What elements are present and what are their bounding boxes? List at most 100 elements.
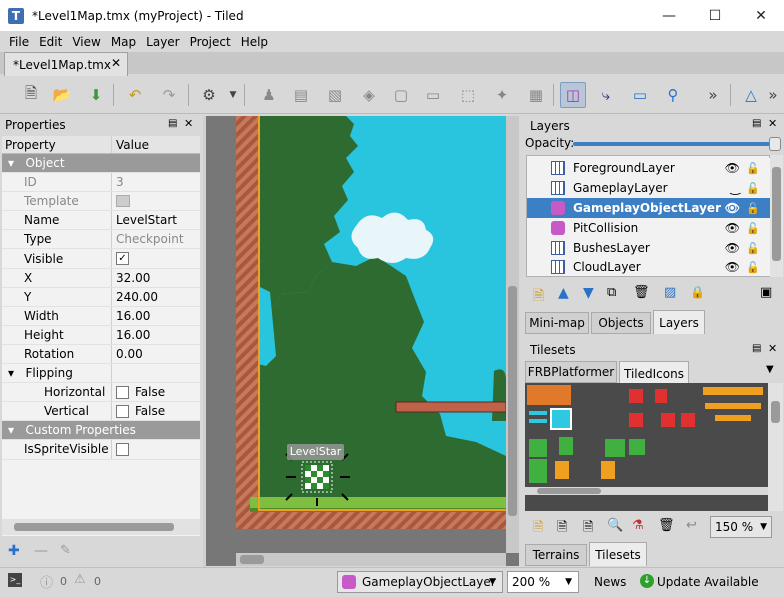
- horizontal-checkbox[interactable]: [116, 385, 129, 399]
- layer-bushes[interactable]: BushesLayer 👁 🔓: [527, 238, 770, 258]
- redo-icon[interactable]: ↷: [156, 82, 182, 108]
- close-icon[interactable]: ✕: [738, 0, 784, 31]
- group-custom-properties[interactable]: ▾ Custom Properties: [2, 421, 200, 441]
- close-layers-icon[interactable]: ✕: [768, 117, 777, 130]
- close-tilesets-icon[interactable]: ✕: [768, 342, 777, 355]
- prop-x[interactable]: X 32.00: [2, 268, 200, 288]
- remove-tileset-icon[interactable]: 🗑: [658, 518, 675, 533]
- prop-y[interactable]: Y 240.00: [2, 287, 200, 307]
- bucket-fill-icon[interactable]: ◈: [356, 82, 382, 108]
- tab-tiledicons[interactable]: TiledIcons: [619, 361, 689, 385]
- chevron-down-icon[interactable]: ▼: [220, 82, 246, 108]
- opacity-slider[interactable]: [573, 137, 781, 151]
- vertical-checkbox[interactable]: [116, 404, 129, 418]
- prop-name[interactable]: Name LevelStart: [2, 211, 200, 231]
- layers-vscroll[interactable]: [770, 155, 783, 277]
- terrain-brush-icon[interactable]: ▤: [288, 82, 314, 108]
- highlight-layer-icon[interactable]: ▣: [760, 285, 772, 300]
- menu-layer[interactable]: Layer: [141, 35, 184, 49]
- close-panel-icon[interactable]: ✕: [184, 117, 193, 130]
- menu-view[interactable]: View: [67, 35, 105, 49]
- document-tab[interactable]: *Level1Map.tmx ✕: [4, 52, 128, 76]
- embed-tileset-icon[interactable]: 🗎: [557, 518, 567, 540]
- more-tools-icon[interactable]: »: [700, 82, 726, 108]
- insert-point-icon[interactable]: ⚲: [660, 82, 686, 108]
- lock-icon[interactable]: 🔓: [746, 182, 760, 195]
- prop-rotation[interactable]: Rotation 0.00: [2, 344, 200, 365]
- prop-type[interactable]: Type Checkpoint: [2, 230, 200, 250]
- canvas-vscroll[interactable]: [506, 116, 519, 553]
- merge-layer-icon[interactable]: ▨: [664, 285, 676, 300]
- news-button[interactable]: News: [594, 575, 626, 589]
- layer-gameplay[interactable]: GameplayLayer ‿ 🔓: [527, 178, 770, 198]
- wang-brush-icon[interactable]: ▧: [322, 82, 348, 108]
- eraser-icon[interactable]: ▭: [420, 82, 446, 108]
- tileset-zoom-combo[interactable]: 150 % ▼: [710, 516, 772, 538]
- magic-wand-icon[interactable]: ✦: [489, 82, 515, 108]
- tab-terrains[interactable]: Terrains: [525, 544, 587, 566]
- tab-objects[interactable]: Objects: [591, 312, 651, 334]
- eye-icon[interactable]: 👁: [725, 221, 740, 235]
- eye-icon[interactable]: 👁: [725, 241, 740, 255]
- splitter[interactable]: [203, 116, 206, 567]
- rect-select-icon[interactable]: ⬚: [455, 82, 481, 108]
- new-map-icon[interactable]: 🗎: [18, 82, 44, 108]
- zoom-combo[interactable]: 200 % ▼: [507, 571, 579, 593]
- lock-icon[interactable]: 🔓: [746, 261, 760, 274]
- update-available-link[interactable]: Update Available: [657, 575, 759, 589]
- eye-closed-icon[interactable]: ‿: [730, 181, 740, 195]
- prop-template[interactable]: Template: [2, 192, 200, 212]
- export-tileset-icon[interactable]: 🗎: [583, 518, 593, 540]
- menu-file[interactable]: File: [4, 35, 34, 49]
- lock-icon[interactable]: 🔓: [746, 242, 760, 255]
- stamp-brush-icon[interactable]: ♟: [256, 82, 282, 108]
- lock-icon[interactable]: 🔓: [746, 202, 760, 215]
- group-object[interactable]: ▾ Object: [2, 154, 200, 174]
- float-tilesets-icon[interactable]: ▤: [752, 343, 761, 354]
- insert-rectangle-icon[interactable]: ▭: [627, 82, 653, 108]
- prop-vertical[interactable]: Vertical False: [2, 402, 200, 422]
- tab-frbplatformer[interactable]: FRBPlatformer: [525, 361, 617, 383]
- dynamic-wrap-icon[interactable]: ↩: [686, 518, 697, 533]
- open-icon[interactable]: 📂: [49, 82, 75, 108]
- layer-cloud[interactable]: CloudLayer 👁 🔓: [527, 258, 770, 276]
- layer-pit-collision[interactable]: PitCollision 👁 🔓: [527, 218, 770, 238]
- prop-is-sprite-visible[interactable]: IsSpriteVisible: [2, 440, 200, 460]
- tab-layers[interactable]: Layers: [653, 310, 705, 334]
- tab-mini-map[interactable]: Mini-map: [525, 312, 589, 334]
- canvas-hscroll[interactable]: [236, 553, 506, 566]
- remove-property-icon[interactable]: —: [34, 543, 48, 559]
- edit-polygons-icon[interactable]: ⤷: [593, 82, 619, 108]
- eye-icon[interactable]: 👁: [725, 161, 740, 175]
- float-layers-icon[interactable]: ▤: [752, 118, 761, 129]
- is-sprite-visible-checkbox[interactable]: [116, 442, 129, 456]
- close-tab-icon[interactable]: ✕: [111, 56, 121, 70]
- properties-hscroll[interactable]: [2, 519, 200, 535]
- lock-layer-icon[interactable]: 🔒: [690, 285, 705, 299]
- save-icon[interactable]: ⬇: [83, 82, 109, 108]
- eye-icon[interactable]: 👁: [725, 201, 740, 215]
- lock-icon[interactable]: 🔓: [746, 222, 760, 235]
- tileset-properties-icon[interactable]: 🔍: [607, 518, 623, 533]
- prop-width[interactable]: Width 16.00: [2, 306, 200, 326]
- group-flipping[interactable]: ▾ Flipping: [2, 364, 200, 384]
- edit-tileset-icon[interactable]: ⚗: [632, 518, 644, 533]
- prop-horizontal[interactable]: Horizontal False: [2, 383, 200, 403]
- visible-checkbox[interactable]: ✓: [116, 252, 129, 266]
- menu-edit[interactable]: Edit: [34, 35, 67, 49]
- map-view[interactable]: LevelStar: [236, 116, 506, 529]
- raise-layer-icon[interactable]: ▲: [558, 285, 569, 301]
- new-layer-icon[interactable]: 🗎: [533, 285, 544, 309]
- float-panel-icon[interactable]: ▤: [168, 118, 177, 129]
- menu-help[interactable]: Help: [236, 35, 273, 49]
- prop-id[interactable]: ID 3: [2, 173, 200, 193]
- maximize-icon[interactable]: ☐: [692, 0, 738, 31]
- delete-layer-icon[interactable]: 🗑: [633, 285, 650, 300]
- console-icon[interactable]: >_: [8, 573, 22, 587]
- layer-gameplay-object[interactable]: GameplayObjectLayer 👁 🔓: [527, 198, 770, 218]
- layer-combo[interactable]: GameplayObjectLayer ▼: [337, 571, 503, 593]
- shape-fill-icon[interactable]: ▢: [388, 82, 414, 108]
- commands-icon[interactable]: ⚙: [196, 82, 222, 108]
- lock-icon[interactable]: 🔓: [746, 162, 760, 175]
- prop-visible[interactable]: Visible ✓: [2, 249, 200, 269]
